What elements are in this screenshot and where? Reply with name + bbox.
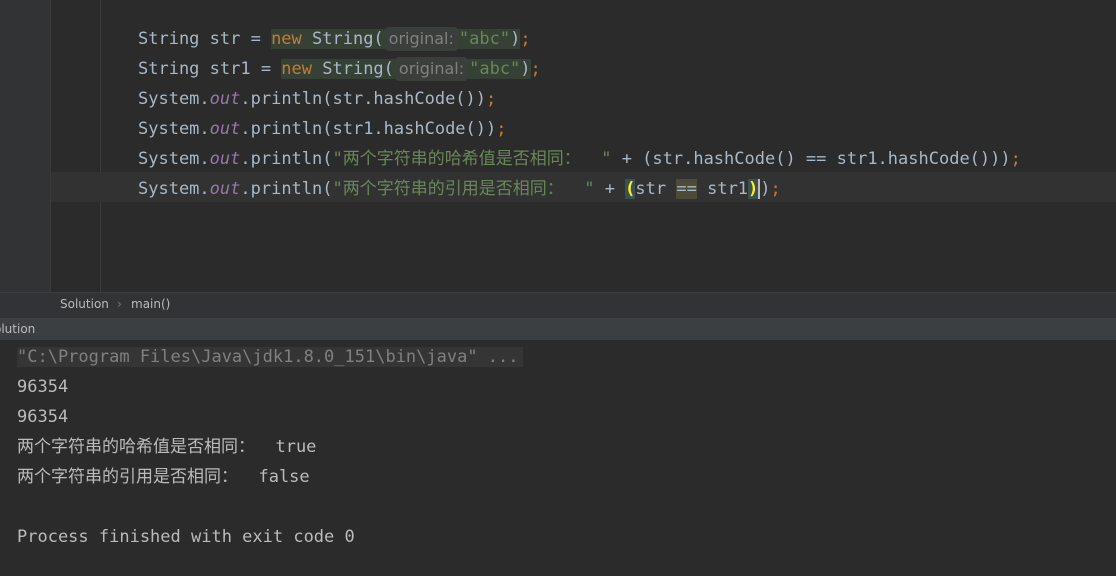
console-line: 两个字符串的哈希值是否相同： true [17,437,317,457]
console-line: 96354 [17,377,69,397]
code-text: String( [301,29,384,49]
static-field: out [209,149,241,169]
code-text: .println( [240,179,333,199]
console-output[interactable]: "C:\Program Files\Java\jdk1.8.0_151\bin\… [0,340,1116,576]
code-text: String( [312,59,394,79]
breadcrumb-separator: › [117,297,122,311]
semicolon: ; [770,179,781,199]
breadcrumb-item-main[interactable]: main() [131,297,170,311]
code-line-4[interactable]: System.out.println(str1.hashCode()); [138,114,507,144]
semicolon: ; [520,29,531,49]
code-text: System. [138,149,210,169]
code-text: + [594,179,626,199]
keyword-new: new [281,59,313,79]
static-field: out [209,119,241,139]
code-text: str [635,179,677,199]
code-line-3[interactable]: System.out.println(str.hashCode()); [138,84,496,114]
matched-paren-close: ) [748,179,759,199]
console-line: 两个字符串的引用是否相同： false [17,467,310,487]
code-text: System. [138,179,210,199]
code-text: ) [760,179,771,199]
matched-paren-open: ( [625,179,636,199]
semicolon: ; [486,89,497,109]
string-literal: "两个字符串的引用是否相同： " [332,179,595,199]
code-text: .println(str.hashCode()) [240,89,487,109]
equality-operator: == [676,179,697,199]
breadcrumb-item-solution[interactable]: Solution [60,297,109,311]
console-exit-line: Process finished with exit code 0 [17,527,355,547]
console-line: 96354 [17,407,69,427]
string-literal: "两个字符串的哈希值是否相同： " [332,149,612,169]
code-text: .println( [240,149,333,169]
indent-guide [100,0,101,292]
parameter-hint: original: [394,57,469,81]
code-line-6[interactable]: System.out.println("两个字符串的引用是否相同： " + (s… [138,174,781,204]
code-text: String str = [138,29,272,49]
keyword-new: new [271,29,302,49]
static-field: out [209,89,241,109]
code-text: str1 [696,179,749,199]
run-tool-window-header[interactable]: olution [0,317,1116,341]
code-text: String str1 = [138,59,282,79]
code-line-1[interactable]: String str = new String(original: "abc"); [138,24,531,54]
code-line-5[interactable]: System.out.println("两个字符串的哈希值是否相同： " + (… [138,144,1021,174]
code-line-2[interactable]: String str1 = new String(original: "abc")… [138,54,541,84]
editor-gutter[interactable] [0,0,51,292]
run-config-title[interactable]: olution [0,322,35,336]
semicolon: ; [1010,149,1021,169]
breadcrumb: Solution › main() [0,292,1116,317]
java-command: "C:\Program Files\Java\jdk1.8.0_151\bin\… [17,347,523,367]
code-text: ) [520,59,531,79]
string-literal: "abc" [469,59,521,79]
code-editor[interactable]: String str = new String(original: "abc");… [0,0,1116,292]
console-command-line: "C:\Program Files\Java\jdk1.8.0_151\bin\… [17,342,523,372]
parameter-hint: original: [384,27,458,51]
code-text: .println(str1.hashCode()) [240,119,497,139]
string-literal: "abc" [458,29,511,49]
code-text: ) [510,29,521,49]
code-text: + (str.hashCode() == str1.hashCode())) [611,149,1011,169]
static-field: out [209,179,241,199]
semicolon: ; [530,59,541,79]
semicolon: ; [496,119,507,139]
code-text: System. [138,89,210,109]
code-text: System. [138,119,210,139]
